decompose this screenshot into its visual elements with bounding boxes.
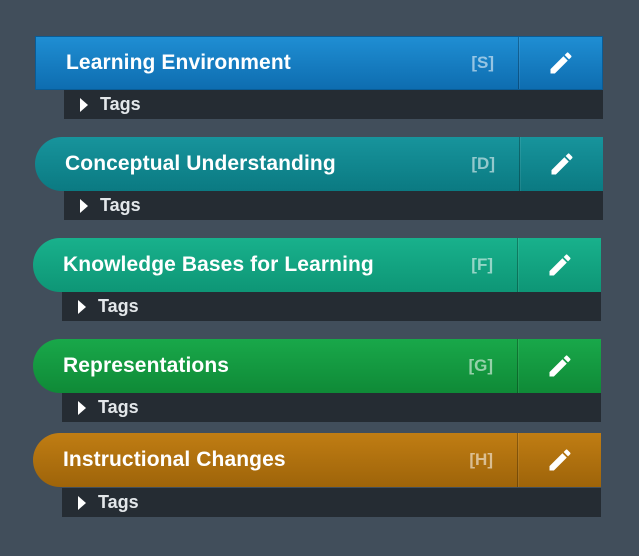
caret-right-icon xyxy=(78,299,86,314)
edit-button[interactable] xyxy=(517,339,601,393)
pencil-icon xyxy=(549,254,571,276)
tags-label: Tags xyxy=(98,492,139,512)
category-select[interactable]: Conceptual Understanding [D] xyxy=(35,137,519,191)
pencil-icon xyxy=(551,153,573,175)
category-bar: Conceptual Understanding [D] xyxy=(35,137,603,191)
category-select[interactable]: Instructional Changes [H] xyxy=(33,433,517,487)
tags-toggle[interactable]: Tags xyxy=(62,292,601,321)
shortcut-key: [G] xyxy=(468,356,493,375)
category-list: Learning Environment [S] Tags Conceptual… xyxy=(0,0,639,556)
tags-toggle[interactable]: Tags xyxy=(62,393,601,422)
caret-right-icon xyxy=(78,495,86,510)
pencil-icon xyxy=(550,52,572,74)
category-select[interactable]: Representations [G] xyxy=(33,339,517,393)
shortcut-key: [S] xyxy=(471,53,494,72)
edit-button[interactable] xyxy=(519,137,603,191)
caret-right-icon xyxy=(80,97,88,112)
shortcut-key: [H] xyxy=(469,450,493,469)
tags-toggle[interactable]: Tags xyxy=(64,191,603,220)
tags-toggle[interactable]: Tags xyxy=(62,488,601,517)
shortcut-key: [F] xyxy=(471,255,493,274)
pencil-icon xyxy=(549,449,571,471)
caret-right-icon xyxy=(80,198,88,213)
tags-label: Tags xyxy=(100,94,141,114)
shortcut-key: [D] xyxy=(471,154,495,173)
category-title: Representations xyxy=(63,354,230,377)
tags-label: Tags xyxy=(100,195,141,215)
category-bar: Instructional Changes [H] xyxy=(33,433,601,487)
edit-button[interactable] xyxy=(517,433,601,487)
caret-right-icon xyxy=(78,400,86,415)
category-bar: Knowledge Bases for Learning [F] xyxy=(33,238,601,292)
tags-label: Tags xyxy=(98,296,139,316)
category-title: Knowledge Bases for Learning xyxy=(63,253,374,276)
tags-label: Tags xyxy=(98,397,139,417)
pencil-icon xyxy=(549,355,571,377)
category-bar: Learning Environment [S] xyxy=(35,36,603,90)
category-title: Learning Environment xyxy=(66,51,291,74)
category-select[interactable]: Learning Environment [S] xyxy=(36,37,518,89)
edit-button[interactable] xyxy=(518,37,602,89)
tags-toggle[interactable]: Tags xyxy=(64,90,603,119)
category-title: Conceptual Understanding xyxy=(65,152,336,175)
category-title: Instructional Changes xyxy=(63,448,286,471)
category-select[interactable]: Knowledge Bases for Learning [F] xyxy=(33,238,517,292)
edit-button[interactable] xyxy=(517,238,601,292)
category-bar: Representations [G] xyxy=(33,339,601,393)
